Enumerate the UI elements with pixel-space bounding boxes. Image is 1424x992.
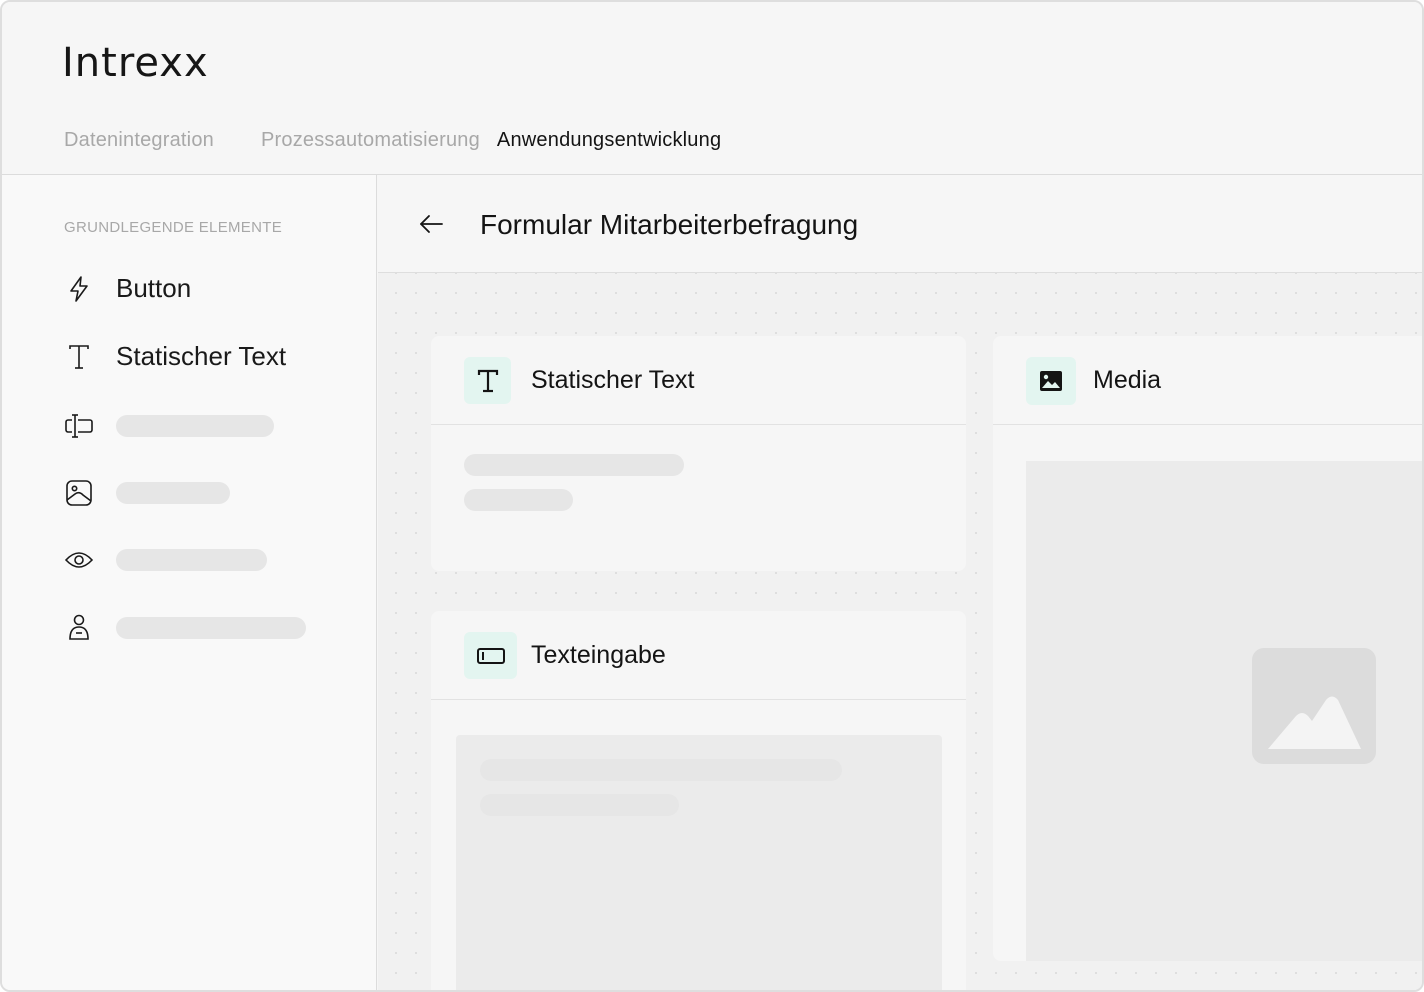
sidebar-item-view[interactable] [64,545,267,575]
arrow-left-icon[interactable] [418,211,444,237]
skeleton-label [116,617,306,639]
element-card-static-text[interactable]: Statischer Text [431,336,966,571]
input-preview [456,735,942,990]
card-header: Statischer Text [431,336,966,425]
image-icon [64,478,94,508]
page-title: Formular Mitarbeiterbefragung [480,209,859,240]
element-sidebar: GRUNDLEGENDE ELEMENTE Button Statischer … [2,175,377,990]
sidebar-item-label: Statischer Text [116,341,287,371]
sidebar-item-button[interactable]: Button [64,273,191,304]
card-header: Texteingabe [431,611,966,700]
skeleton-line [464,454,684,476]
card-title: Texteingabe [531,641,666,669]
image-placeholder-icon [1252,648,1376,764]
sidebar-item-label: Button [116,273,192,303]
element-card-media[interactable]: Media [993,336,1422,961]
canvas-header: Formular Mitarbeiterbefragung [378,175,1422,273]
skeleton-line [464,489,573,511]
sidebar-item-image[interactable] [64,478,230,508]
text-input-icon [64,411,94,441]
sidebar-heading: GRUNDLEGENDE ELEMENTE [64,219,283,236]
sidebar-item-static-text[interactable]: Statischer Text [64,341,286,372]
skeleton-line [480,794,679,816]
card-title: Media [1093,366,1162,394]
media-preview [1026,461,1422,961]
card-title: Statischer Text [531,366,695,394]
lightning-icon [64,274,94,304]
skeleton-line [480,759,842,781]
form-canvas: Formular Mitarbeiterbefragung Statischer… [378,175,1422,990]
nav-item-datenintegration[interactable]: Datenintegration [64,129,214,152]
app-window: Intrexx Datenintegration Prozessautomati… [0,0,1424,992]
text-t-icon [464,357,511,404]
sidebar-item-user[interactable] [64,613,306,643]
skeleton-label [116,549,267,571]
card-header: Media [993,336,1422,425]
text-t-icon [64,342,94,372]
text-input-icon [464,632,517,679]
eye-icon [64,545,94,575]
element-card-text-input[interactable]: Texteingabe [431,611,966,990]
sidebar-item-text-input[interactable] [64,411,274,441]
top-header: Intrexx Datenintegration Prozessautomati… [2,2,1422,175]
image-icon [1026,357,1076,405]
nav-item-prozessautomatisierung[interactable]: Prozessautomatisierung [261,129,480,152]
top-nav: Datenintegration Prozessautomatisierung … [64,129,768,152]
user-icon [64,613,94,643]
skeleton-label [116,482,230,504]
logo: Intrexx [62,40,209,86]
skeleton-label [116,415,274,437]
nav-item-anwendungsentwicklung[interactable]: Anwendungsentwicklung [497,129,721,152]
